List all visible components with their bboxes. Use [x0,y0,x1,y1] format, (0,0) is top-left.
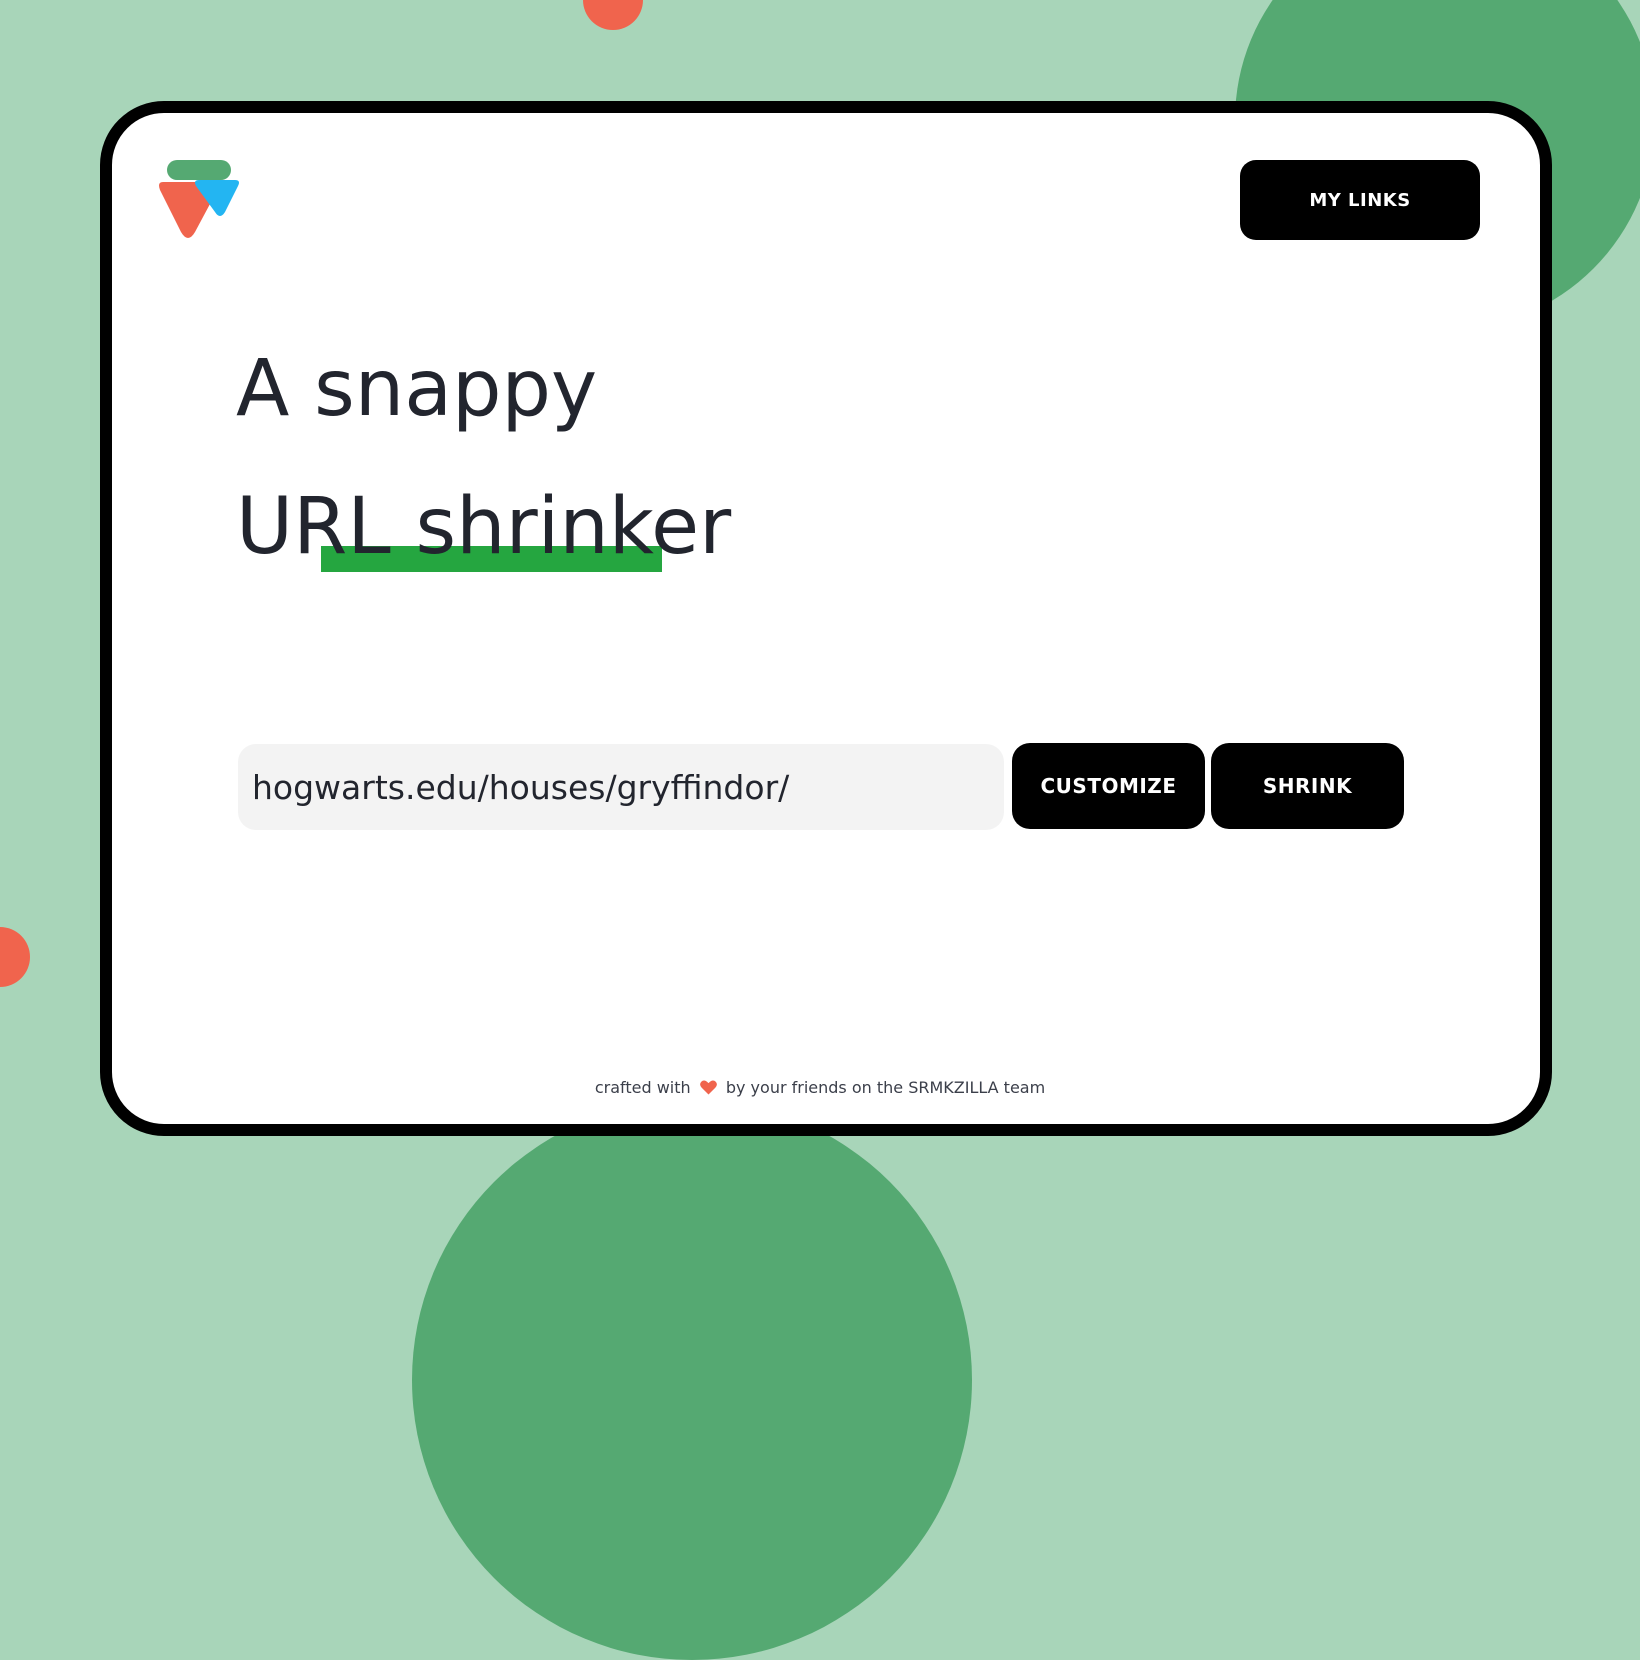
url-input[interactable] [238,744,1004,830]
main-card [100,101,1552,1136]
footer-prefix: crafted with [594,1078,691,1097]
hero-title-line-1: A snappy [236,344,598,434]
decorative-dot-left [0,927,30,987]
customize-button[interactable]: CUSTOMIZE [1012,743,1205,829]
heart-icon [699,1080,717,1099]
decorative-dot-top [583,0,643,30]
srmkzilla-logo[interactable] [159,160,241,240]
hero-title-line-2: URL shrinker [236,482,732,572]
decorative-blob-bottom [412,1100,972,1660]
shrink-button[interactable]: SHRINK [1211,743,1404,829]
logo-icon [159,160,239,238]
my-links-button[interactable]: MY LINKS [1240,160,1480,240]
footer-credit: crafted with by your friends on the SRMK… [0,1078,1640,1099]
footer-suffix: by your friends on the SRMKZILLA team [725,1078,1046,1097]
